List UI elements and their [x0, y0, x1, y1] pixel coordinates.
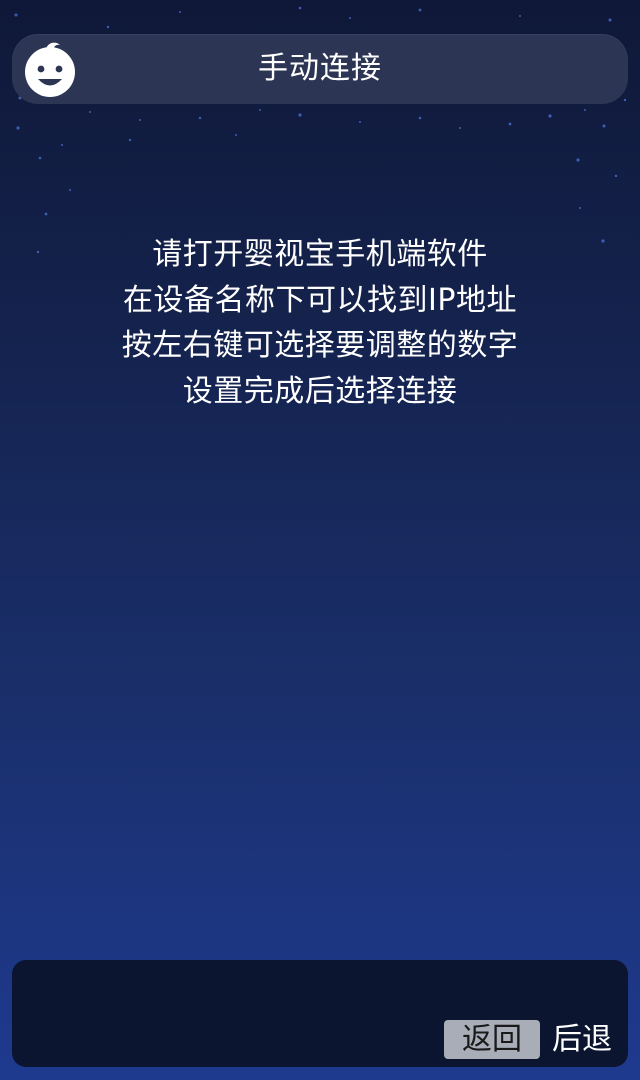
instruction-line: 设置完成后选择连接 [182, 373, 458, 409]
back-hint-label: 后退 [552, 1022, 612, 1057]
instruction-line: 按左右键可选择要调整的数字 [121, 328, 519, 363]
header-bar: 手动连接 [12, 34, 628, 104]
instruction-line: 在设备名称下可以找到IP地址 [123, 282, 517, 318]
page-title: 手动连接 [258, 51, 382, 86]
back-button[interactable]: 返回 [444, 1020, 540, 1059]
instruction-line: 请打开婴视宝手机端软件 [152, 237, 488, 272]
footer-bar: 返回 后退 [12, 960, 628, 1067]
instructions-block: 请打开婴视宝手机端软件 在设备名称下可以找到IP地址 按左右键可选择要调整的数字… [0, 232, 640, 414]
